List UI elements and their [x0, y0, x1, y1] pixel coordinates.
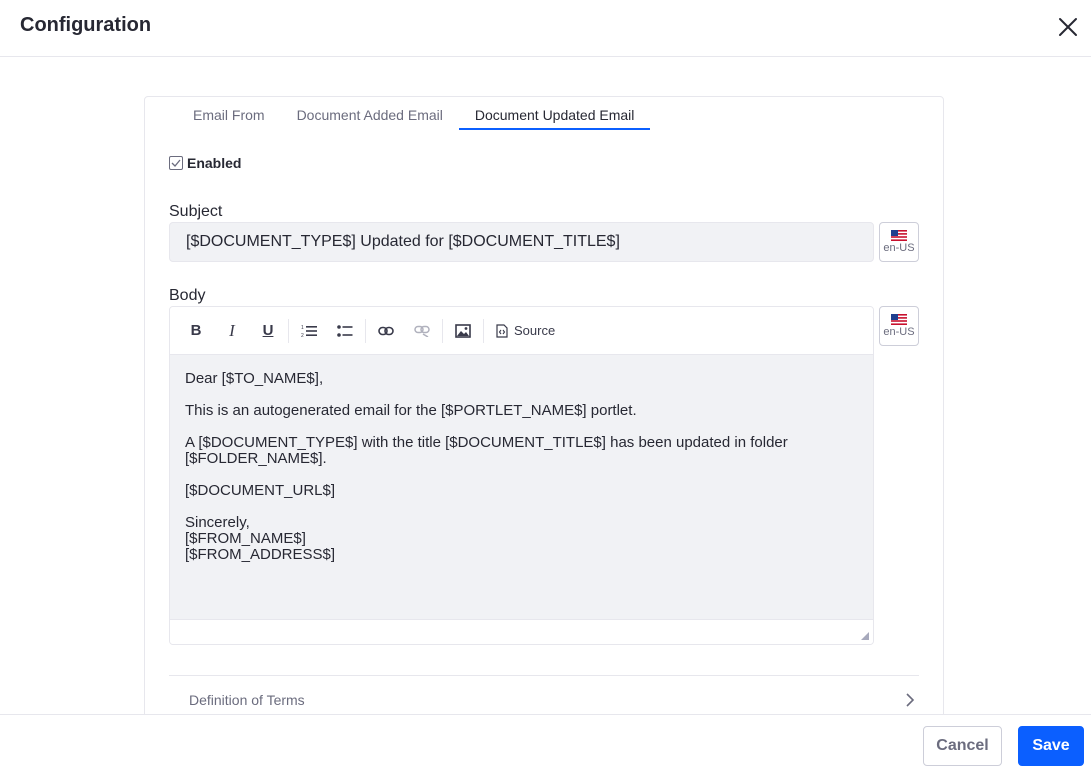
cancel-button[interactable]: Cancel — [923, 726, 1002, 766]
body-paragraph: A [$DOCUMENT_TYPE$] with the title [$DOC… — [185, 434, 788, 467]
toolbar-separator — [365, 318, 366, 343]
tab-document-added-email[interactable]: Document Added Email — [281, 97, 459, 130]
us-flag-icon — [891, 314, 907, 325]
enabled-label: Enabled — [187, 155, 242, 171]
toolbar-separator — [483, 318, 484, 343]
modal-header: Configuration — [0, 0, 1091, 57]
enabled-row: Enabled — [169, 155, 241, 171]
chevron-right-icon — [906, 692, 915, 707]
subject-locale-label: en-US — [883, 242, 915, 254]
editor-status-bar — [170, 619, 873, 644]
subject-input[interactable]: [$DOCUMENT_TYPE$] Updated for [$DOCUMENT… — [169, 222, 874, 262]
config-panel: Email From Document Added Email Document… — [144, 96, 944, 736]
editor-toolbar: B I U 1 2 Source — [170, 307, 873, 355]
modal-title: Configuration — [20, 14, 152, 36]
italic-button[interactable]: I — [214, 315, 250, 347]
body-locale-button[interactable]: en-US — [879, 306, 919, 346]
subject-locale-button[interactable]: en-US — [879, 222, 919, 262]
body-paragraph: Sincerely, [$FROM_NAME$] [$FROM_ADDRESS$] — [185, 514, 336, 563]
tab-email-from[interactable]: Email From — [177, 97, 281, 130]
svg-text:1: 1 — [301, 325, 304, 331]
body-editor: B I U 1 2 Source Dear [$TO_NAME$], This … — [169, 306, 874, 645]
enabled-checkbox[interactable] — [169, 156, 183, 170]
body-paragraph: Dear [$TO_NAME$], — [185, 370, 324, 387]
underline-button[interactable]: U — [250, 315, 286, 347]
body-paragraph: [$DOCUMENT_URL$] — [185, 482, 336, 499]
tab-bar: Email From Document Added Email Document… — [177, 97, 651, 130]
tab-document-updated-email[interactable]: Document Updated Email — [458, 97, 651, 130]
us-flag-icon — [891, 230, 907, 241]
bulleted-list-button[interactable] — [327, 315, 363, 347]
close-icon — [1059, 18, 1077, 36]
numbered-list-icon: 1 2 — [301, 325, 317, 338]
image-button[interactable] — [445, 315, 481, 347]
underline-icon: U — [262, 322, 274, 339]
bulleted-list-icon — [337, 324, 353, 337]
link-button[interactable] — [368, 315, 404, 347]
bold-icon: B — [190, 322, 202, 339]
subject-label: Subject — [169, 203, 223, 220]
checkmark-icon — [171, 159, 181, 167]
toolbar-separator — [442, 318, 443, 343]
save-button[interactable]: Save — [1018, 726, 1084, 766]
unlink-button[interactable] — [404, 315, 440, 347]
body-label: Body — [169, 287, 206, 304]
definition-of-terms-label: Definition of Terms — [189, 691, 305, 708]
svg-text:2: 2 — [301, 333, 304, 338]
modal-footer: Cancel Save — [0, 714, 1091, 773]
bold-button[interactable]: B — [178, 315, 214, 347]
body-content[interactable]: Dear [$TO_NAME$], This is an autogenerat… — [170, 355, 873, 619]
body-paragraph: This is an autogenerated email for the [… — [185, 402, 637, 419]
italic-icon: I — [229, 320, 235, 340]
image-icon — [455, 323, 471, 338]
numbered-list-button[interactable]: 1 2 — [291, 315, 327, 347]
body-locale-label: en-US — [883, 326, 915, 338]
unlink-icon — [414, 325, 430, 337]
link-icon — [378, 326, 394, 335]
source-label: Source — [514, 323, 556, 338]
close-button[interactable] — [1053, 12, 1083, 42]
code-icon — [496, 323, 508, 338]
source-button[interactable]: Source — [486, 315, 565, 347]
toolbar-separator — [288, 318, 289, 343]
resize-grip-icon[interactable] — [861, 632, 869, 640]
